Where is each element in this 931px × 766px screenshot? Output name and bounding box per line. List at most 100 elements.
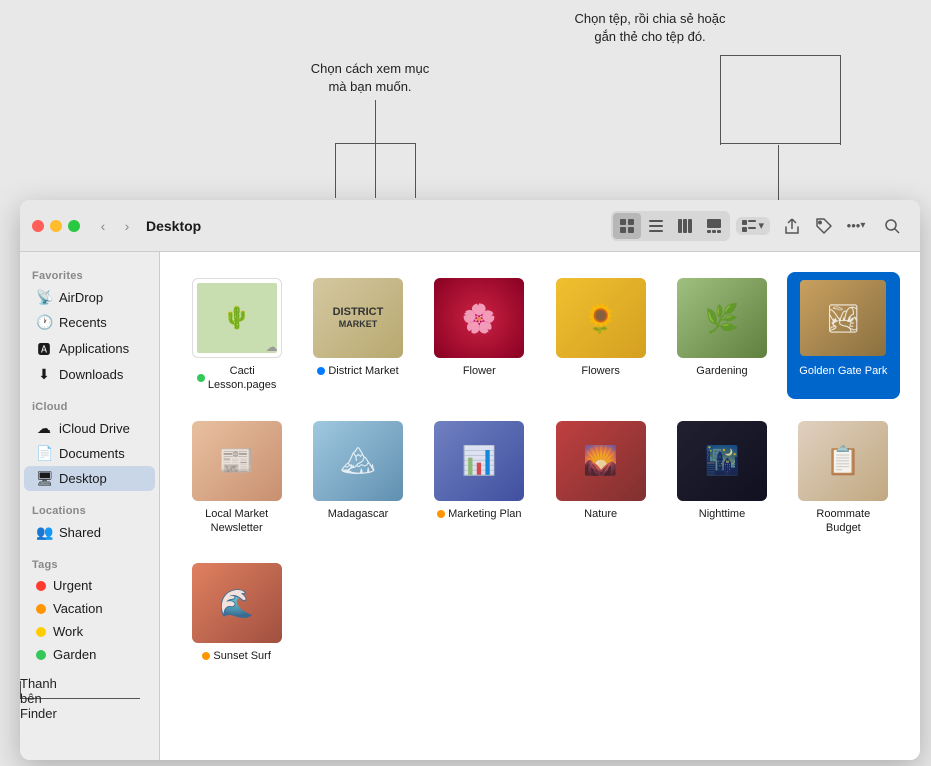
file-item-flower[interactable]: 🌸 Flower — [423, 272, 536, 399]
nature-thumb: 🌄 — [556, 421, 646, 501]
file-item-cacti[interactable]: 🌵 ☁ CactiLesson.pages — [180, 272, 293, 399]
sidebar-item-downloads[interactable]: ⬇ Downloads — [24, 362, 155, 387]
vacation-dot — [36, 604, 46, 614]
sidebar-item-documents[interactable]: 📄 Documents — [24, 441, 155, 466]
sidebar-item-recents-label: Recents — [59, 315, 107, 330]
bracket-horiz-left — [335, 143, 415, 144]
sidebar-item-vacation[interactable]: Vacation — [24, 597, 155, 620]
file-item-madagascar[interactable]: 🏔 Madagascar — [301, 415, 414, 542]
sidebar-item-applications[interactable]: 🅰 Applications — [24, 335, 155, 362]
view-grid-button[interactable] — [613, 213, 641, 239]
marketing-status-dot — [437, 510, 445, 518]
forward-button[interactable]: › — [116, 215, 138, 237]
file-item-flowers[interactable]: 🌻 Flowers — [544, 272, 657, 399]
district-status-dot — [317, 367, 325, 375]
sidebar-item-shared-label: Shared — [59, 525, 101, 540]
madagascar-label: Madagascar — [328, 507, 389, 521]
annotation-top-left: Chọn cách xem mụcmà bạn muốn. — [270, 60, 470, 96]
sidebar-item-icloud-drive-label: iCloud Drive — [59, 421, 130, 436]
district-name-row: District Market — [317, 364, 398, 378]
sidebar-tag-urgent-label: Urgent — [53, 578, 92, 593]
district-label: District Market — [328, 364, 398, 378]
file-item-gardening[interactable]: 🌿 Gardening — [665, 272, 778, 399]
work-dot — [36, 627, 46, 637]
nature-label: Nature — [584, 507, 617, 521]
titlebar: ‹ › Desktop — [20, 200, 920, 252]
nighttime-label: Nighttime — [699, 507, 745, 521]
sidebar-item-urgent[interactable]: Urgent — [24, 574, 155, 597]
icloud-drive-icon: ☁ — [36, 420, 52, 437]
sidebar-tag-garden-label: Garden — [53, 647, 96, 662]
bracket-line-right-vert — [778, 145, 779, 200]
file-item-local-market[interactable]: 📰 Local MarketNewsletter — [180, 415, 293, 542]
golden-img: 🏞 — [800, 280, 886, 356]
back-button[interactable]: ‹ — [92, 215, 114, 237]
file-item-sunset[interactable]: 🌊 Sunset Surf — [180, 557, 293, 669]
shared-icon: 👥 — [36, 524, 52, 541]
sidebar-item-recents[interactable]: 🕐 Recents — [24, 310, 155, 335]
sidebar-item-work[interactable]: Work — [24, 620, 155, 643]
file-grid: 🌵 ☁ CactiLesson.pages DISTRICTMARKET — [180, 272, 900, 669]
group-by-button[interactable]: ▾ — [736, 217, 770, 235]
sidebar-item-documents-label: Documents — [59, 446, 125, 461]
file-item-golden-gate[interactable]: 🏞 Golden Gate Park — [787, 272, 900, 399]
cacti-label: CactiLesson.pages — [208, 364, 277, 393]
marketing-name-row: Marketing Plan — [437, 507, 521, 521]
local-market-img: 📰 — [192, 421, 282, 501]
golden-thumb: 🏞 — [798, 278, 888, 358]
bracket-line-right-bottom — [720, 143, 840, 144]
airdrop-icon: 📡 — [36, 289, 52, 306]
gardening-img: 🌿 — [677, 278, 767, 358]
annotations-area: Chọn tệp, rồi chia sẻ hoặcgắn thẻ cho tệ… — [0, 0, 931, 200]
share-button[interactable] — [776, 212, 808, 240]
view-list-button[interactable] — [642, 213, 670, 239]
traffic-lights — [32, 220, 80, 232]
golden-label: Golden Gate Park — [799, 364, 887, 378]
maximize-button[interactable] — [68, 220, 80, 232]
gardening-label: Gardening — [696, 364, 747, 378]
sidebar-item-applications-label: Applications — [59, 341, 129, 356]
sidebar-item-airdrop[interactable]: 📡 AirDrop — [24, 285, 155, 310]
sidebar-item-shared[interactable]: 👥 Shared — [24, 520, 155, 545]
flowers-label: Flowers — [581, 364, 620, 378]
bracket-line-right-down2 — [840, 55, 841, 145]
sunset-label: Sunset Surf — [213, 649, 270, 663]
view-gallery-button[interactable] — [700, 213, 728, 239]
sidebar-item-airdrop-label: AirDrop — [59, 290, 103, 305]
file-item-nature[interactable]: 🌄 Nature — [544, 415, 657, 542]
bracket-vert-left — [375, 100, 376, 145]
local-market-thumb: 📰 — [192, 421, 282, 501]
nighttime-img: 🌃 — [677, 421, 767, 501]
view-columns-button[interactable] — [671, 213, 699, 239]
local-market-label: Local MarketNewsletter — [205, 507, 268, 536]
roommate-img: 📋 — [798, 421, 888, 501]
documents-icon: 📄 — [36, 445, 52, 462]
sidebar-tag-work-label: Work — [53, 624, 83, 639]
garden-dot — [36, 650, 46, 660]
flowers-thumb: 🌻 — [556, 278, 646, 358]
favorites-label: Favorites — [20, 264, 159, 285]
close-button[interactable] — [32, 220, 44, 232]
downloads-icon: ⬇ — [36, 366, 52, 383]
sidebar-item-garden[interactable]: Garden — [24, 643, 155, 666]
recents-icon: 🕐 — [36, 314, 52, 331]
file-item-district-market[interactable]: DISTRICTMARKET District Market — [301, 272, 414, 399]
bracket-line-right-down — [720, 55, 721, 145]
minimize-button[interactable] — [50, 220, 62, 232]
nighttime-thumb: 🌃 — [677, 421, 767, 501]
flower-thumb: 🌸 — [434, 278, 524, 358]
bracket-line-right — [720, 55, 840, 56]
sidebar-item-desktop[interactable]: 🖥 Desktop — [24, 466, 155, 491]
desktop-icon: 🖥 — [36, 470, 52, 487]
bottom-annotation-text: Thanh bên Finder — [20, 676, 57, 721]
file-item-nighttime[interactable]: 🌃 Nighttime — [665, 415, 778, 542]
sidebar-item-icloud-drive[interactable]: ☁ iCloud Drive — [24, 416, 155, 441]
file-item-roommate[interactable]: 📋 RoommateBudget — [787, 415, 900, 542]
sidebar-tag-vacation-label: Vacation — [53, 601, 103, 616]
file-item-marketing[interactable]: 📊 Marketing Plan — [423, 415, 536, 542]
more-button[interactable]: ••• ▾ — [840, 212, 872, 240]
flower-img: 🌸 — [434, 278, 524, 358]
tag-button[interactable] — [808, 212, 840, 240]
applications-icon: 🅰 — [36, 339, 52, 358]
search-button[interactable] — [876, 212, 908, 240]
